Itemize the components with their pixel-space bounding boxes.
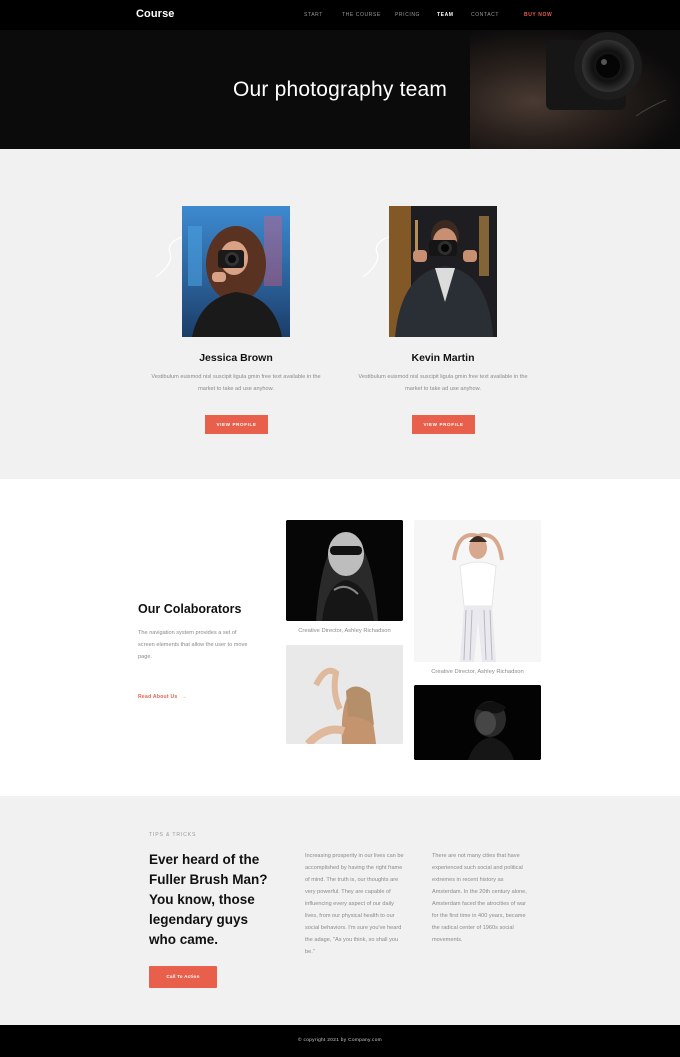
tips-column-1: Increasing prosperity in our lives can b… (305, 853, 404, 955)
collaborators-description: The navigation system provides a set of … (138, 630, 248, 660)
team-member-photo (182, 206, 290, 337)
tips-eyebrow: TIPS & TRICKS (149, 832, 197, 838)
collaborators-title: Our Colaborators (138, 602, 242, 616)
hero-banner: Our photography team (0, 30, 680, 149)
nav-item-pricing[interactable]: PRICING (395, 12, 420, 18)
collaborator-caption: Creative Director, Ashley Richadson (298, 628, 391, 634)
collaborators-section: Our Colaborators The navigation system p… (0, 479, 680, 796)
team-member-description: Vestibulum euismod nisl suscipit ligula … (151, 374, 321, 392)
team-section: Jessica Brown Vestibulum euismod nisl su… (0, 149, 680, 479)
collaborator-photo (414, 685, 541, 760)
read-about-us-label: Read About Us (138, 694, 178, 700)
read-about-us-link[interactable]: Read About Us → (138, 694, 187, 700)
camera-image (546, 32, 666, 117)
top-navbar: Course START THE COURSE PRICING TEAM CON… (0, 0, 680, 30)
team-member-name: Jessica Brown (199, 352, 273, 364)
tips-section: TIPS & TRICKS Ever heard of the Fuller B… (0, 796, 680, 1025)
tips-column-2: There are not many cities that have expe… (432, 853, 527, 943)
page-title: Our photography team (232, 78, 448, 101)
collaborator-caption: Creative Director, Ashley Richadson (431, 669, 524, 675)
tips-heading: Ever heard of the Fuller Brush Man? You … (149, 852, 268, 947)
footer: © copyright 2021 by Company.com (0, 1025, 680, 1057)
collaborator-photo (286, 520, 403, 621)
view-profile-button[interactable]: VIEW PROFILE (205, 415, 268, 434)
nav-item-contact[interactable]: CONTACT (471, 12, 499, 18)
arrow-right-icon: → (181, 694, 187, 700)
team-member-name: Kevin Martin (411, 352, 475, 364)
view-profile-button[interactable]: VIEW PROFILE (412, 415, 475, 434)
team-member-description: Vestibulum euismod nisl suscipit ligula … (358, 374, 528, 392)
nav-item-start[interactable]: START (304, 12, 323, 18)
footer-copyright: © copyright 2021 by Company.com (298, 1038, 382, 1043)
nav-buy-now-button[interactable]: BUY NOW (524, 12, 552, 18)
site-logo[interactable]: Course (136, 8, 175, 20)
nav-item-team[interactable]: TEAM (437, 12, 454, 18)
collaborator-photo (286, 645, 403, 744)
call-to-action-button[interactable]: Call To Action (149, 966, 217, 988)
collaborator-photo (414, 520, 541, 662)
team-member-photo (389, 206, 497, 337)
nav-item-the-course[interactable]: THE COURSE (342, 12, 381, 18)
